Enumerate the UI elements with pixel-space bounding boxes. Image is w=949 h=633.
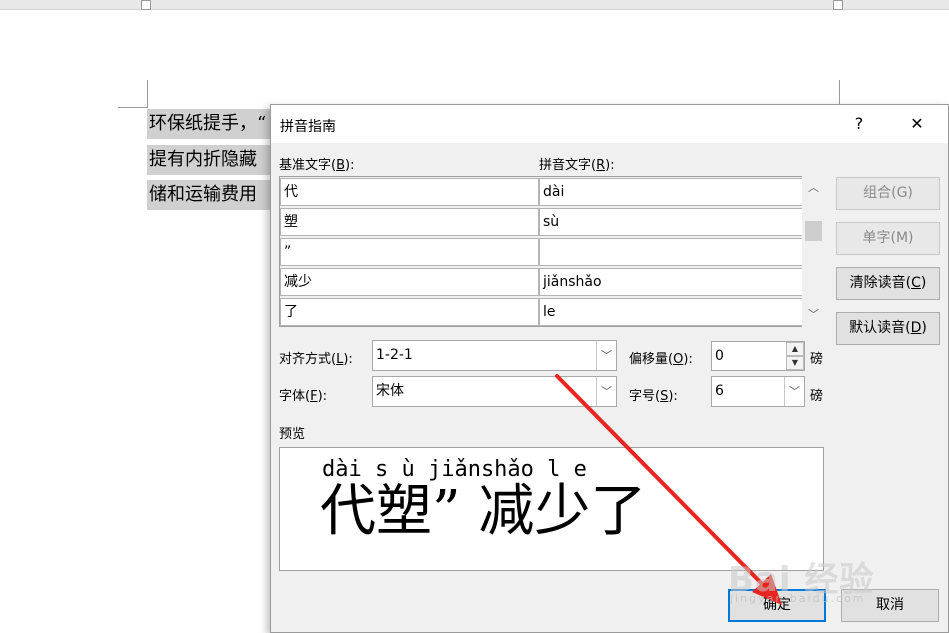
font-select[interactable]: 宋体 ﹀ <box>372 376 617 407</box>
base-text-field[interactable]: 塑 <box>280 208 539 236</box>
base-text-field[interactable]: ” <box>280 238 539 266</box>
size-label: 字号(S): <box>629 389 678 404</box>
spin-down-icon[interactable]: ▼ <box>786 356 804 370</box>
watermark-url: jingyan.baidu.com <box>730 592 866 605</box>
ruby-text-field[interactable]: dài <box>539 178 803 206</box>
preview-label: 预览 <box>279 427 306 442</box>
offset-label: 偏移量(O): <box>629 352 693 367</box>
size-unit: 磅 <box>810 389 824 404</box>
scroll-down-icon[interactable]: ﹀ <box>802 305 825 325</box>
document-text-line: 环保纸提手，“ <box>147 109 270 139</box>
scroll-thumb[interactable] <box>805 221 822 241</box>
preview-base-line: 代塑” 减少了 <box>320 479 647 544</box>
close-button[interactable]: ✕ <box>894 109 940 139</box>
base-text-label: 基准文字(B): <box>279 158 355 173</box>
table-row: ” <box>280 238 804 266</box>
alignment-label: 对齐方式(L): <box>279 352 353 367</box>
base-text-field[interactable]: 了 <box>280 298 539 326</box>
table-row: 塑 sù <box>280 208 804 236</box>
default-reading-button[interactable]: 默认读音(D) <box>836 312 940 345</box>
group-button[interactable]: 组合(G) <box>836 177 940 210</box>
ruby-text-field[interactable]: sù <box>539 208 803 236</box>
dialog-titlebar[interactable]: 拼音指南 ? ✕ <box>271 105 948 143</box>
clear-reading-button[interactable]: 清除读音(C) <box>836 267 940 300</box>
right-indent-marker[interactable] <box>833 0 843 10</box>
font-label: 字体(F): <box>279 389 328 404</box>
ruby-text-label: 拼音文字(R): <box>539 158 615 173</box>
table-scrollbar[interactable]: ︿ ﹀ <box>802 176 825 327</box>
table-row: 代 dài <box>280 178 804 206</box>
ruler <box>0 0 949 10</box>
size-select[interactable]: 6 ﹀ <box>711 376 805 407</box>
chevron-down-icon[interactable]: ﹀ <box>784 377 804 406</box>
document-text-line: 储和运输费用 <box>147 180 270 210</box>
offset-stepper[interactable]: 0 ▲ ▼ <box>711 341 805 371</box>
ruby-text-field[interactable]: le <box>539 298 803 326</box>
scroll-up-icon[interactable]: ︿ <box>802 178 825 198</box>
dialog-title: 拼音指南 <box>280 119 336 135</box>
indent-marker[interactable] <box>141 0 151 10</box>
help-button[interactable]: ? <box>836 109 882 139</box>
base-text-field[interactable]: 代 <box>280 178 539 206</box>
page-corner-mark <box>118 107 148 108</box>
alignment-select[interactable]: 1-2-1 ﹀ <box>372 340 617 371</box>
chevron-down-icon[interactable]: ﹀ <box>596 377 616 406</box>
document-text-line: 提有内折隐藏 <box>147 145 270 175</box>
ruby-text-field[interactable]: jiǎnshǎo <box>539 268 803 296</box>
page-corner-mark <box>147 80 148 108</box>
offset-unit: 磅 <box>810 352 824 367</box>
table-row: 减少 jiǎnshǎo <box>280 268 804 296</box>
chevron-down-icon[interactable]: ﹀ <box>596 341 616 370</box>
ruby-text-field[interactable] <box>539 238 803 266</box>
table-row: 了 le <box>280 298 804 326</box>
spin-up-icon[interactable]: ▲ <box>786 342 804 356</box>
mono-button[interactable]: 单字(M) <box>836 222 940 255</box>
phonetic-table: 代 dài 塑 sù ” 减少 jiǎnshǎo 了 le <box>279 176 803 327</box>
base-text-field[interactable]: 减少 <box>280 268 539 296</box>
